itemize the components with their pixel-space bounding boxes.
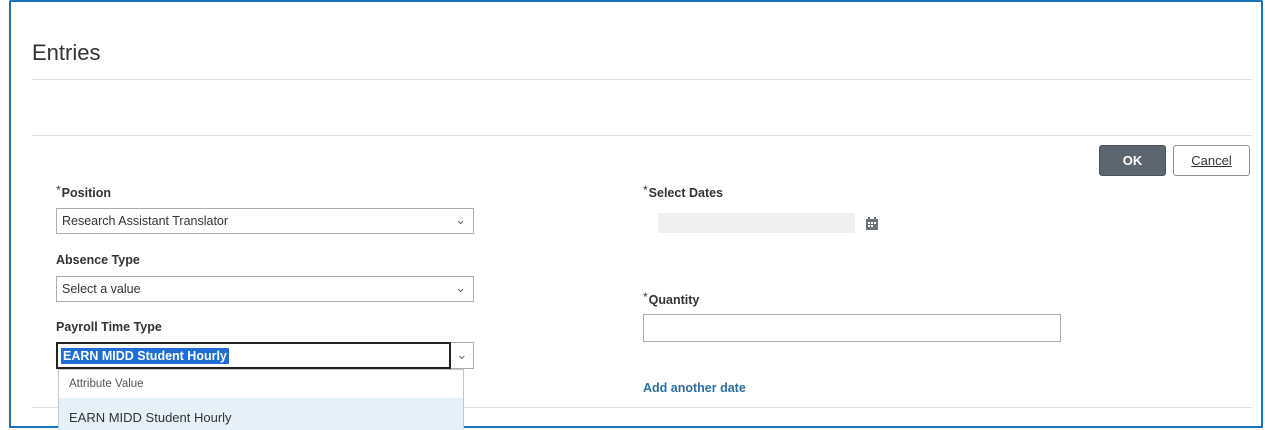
payroll-time-type-dropdown: Attribute Value EARN MIDD Student Hourly <box>58 369 464 430</box>
chevron-down-icon: ⌄ <box>455 280 466 295</box>
chevron-down-icon: ⌄ <box>455 212 466 227</box>
quantity-input[interactable] <box>643 314 1061 342</box>
absence-type-label: Absence Type <box>56 253 140 267</box>
chevron-down-icon: ⌄ <box>456 347 468 362</box>
footer-divider-left <box>32 407 58 408</box>
required-marker: * <box>643 183 648 197</box>
absence-type-placeholder: Select a value <box>62 282 141 296</box>
footer-divider <box>464 407 1252 408</box>
ok-button[interactable]: OK <box>1099 145 1166 176</box>
title-divider <box>32 79 1252 80</box>
dropdown-header: Attribute Value <box>69 378 144 390</box>
calendar-icon[interactable] <box>866 217 878 230</box>
dropdown-option[interactable]: EARN MIDD Student Hourly <box>59 398 463 430</box>
add-another-date-link[interactable]: Add another date <box>643 381 746 395</box>
position-label: *Position <box>56 183 111 200</box>
required-marker: * <box>643 290 648 304</box>
header-divider <box>32 135 1252 136</box>
cancel-button[interactable]: Cancel <box>1173 145 1250 176</box>
dropdown-option-label: EARN MIDD Student Hourly <box>69 410 232 425</box>
payroll-time-type-input[interactable]: EARN MIDD Student Hourly <box>56 342 451 369</box>
select-dates-label: *Select Dates <box>643 183 724 200</box>
absence-type-select[interactable]: Select a value ⌄ <box>56 276 474 302</box>
payroll-time-type-dropdown-button[interactable]: ⌄ <box>451 342 474 369</box>
payroll-time-type-label: Payroll Time Type <box>56 320 162 334</box>
required-marker: * <box>56 183 61 197</box>
date-field[interactable] <box>658 213 855 233</box>
page-title: Entries <box>32 40 101 65</box>
quantity-label: *Quantity <box>643 290 700 307</box>
payroll-time-type-selected-text: EARN MIDD Student Hourly <box>61 348 229 364</box>
position-value: Research Assistant Translator <box>62 214 229 228</box>
position-select[interactable]: Research Assistant Translator ⌄ <box>56 208 474 234</box>
